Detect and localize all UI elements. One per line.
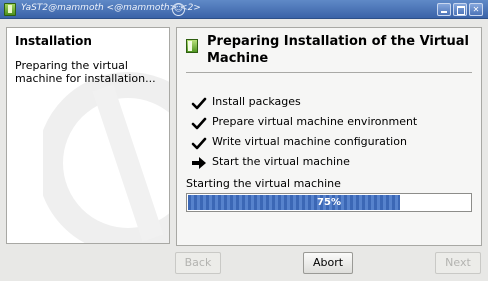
step-label: Start the virtual machine bbox=[212, 155, 350, 168]
yast-heading-icon bbox=[186, 39, 198, 53]
progress-label: Starting the virtual machine bbox=[186, 177, 341, 190]
checkmark-icon bbox=[191, 97, 207, 110]
smiley-icon: ☺ bbox=[172, 3, 185, 16]
abort-button[interactable]: Abort bbox=[303, 252, 353, 274]
step-label: Install packages bbox=[212, 95, 301, 108]
checkmark-icon bbox=[191, 117, 207, 130]
yast-watermark-icon bbox=[43, 72, 169, 243]
help-title: Installation bbox=[15, 34, 92, 48]
next-button[interactable]: Next bbox=[435, 252, 481, 274]
close-button[interactable]: ✕ bbox=[469, 3, 483, 16]
yast-app-icon bbox=[4, 3, 16, 16]
help-text: Preparing the virtual machine for instal… bbox=[15, 59, 156, 85]
back-button[interactable]: Back bbox=[175, 252, 221, 274]
window-titlebar[interactable]: YaST2@mammoth <@mammoth> <2> ☺ ✕ bbox=[0, 0, 488, 19]
page-title: Preparing Installation of the Virtual Ma… bbox=[207, 34, 469, 66]
checkmark-icon bbox=[191, 137, 207, 150]
arrow-right-icon bbox=[192, 157, 206, 169]
step-label: Write virtual machine configuration bbox=[212, 135, 407, 148]
help-panel: Installation Preparing the virtual machi… bbox=[6, 27, 170, 244]
minimize-button[interactable] bbox=[437, 3, 451, 16]
progress-percent: 75% bbox=[317, 197, 341, 208]
main-content: Preparing Installation of the Virtual Ma… bbox=[176, 27, 482, 246]
progress-bar: 75% bbox=[186, 193, 472, 212]
step-label: Prepare virtual machine environment bbox=[212, 115, 418, 128]
heading-divider bbox=[186, 72, 472, 73]
maximize-button[interactable] bbox=[453, 3, 467, 16]
